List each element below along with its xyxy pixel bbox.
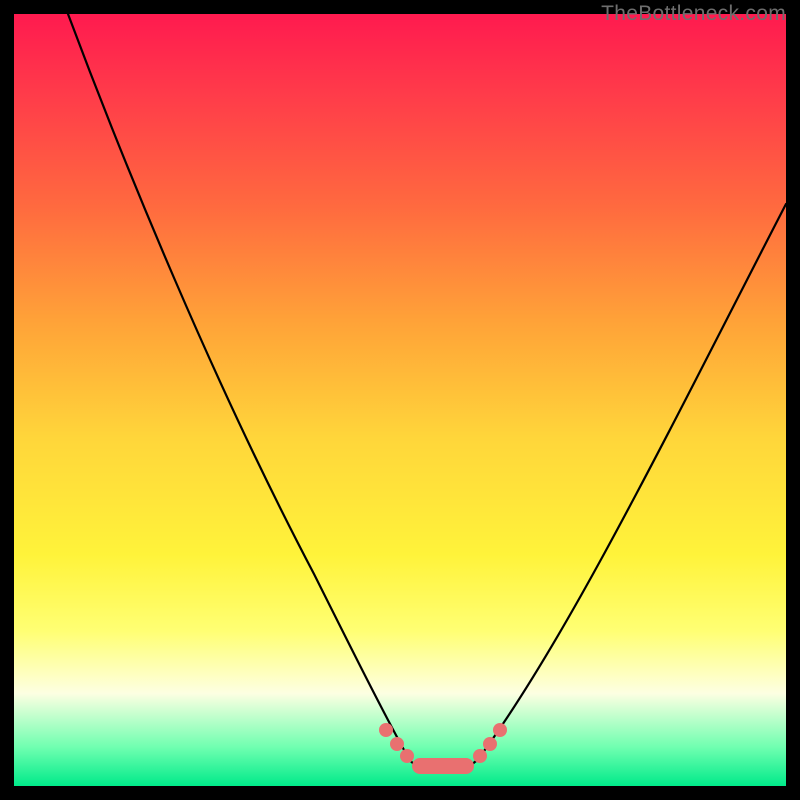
curve-layer xyxy=(14,14,786,786)
chart-plot-area xyxy=(14,14,786,786)
marker-dot-right-2 xyxy=(483,737,497,751)
watermark-text: TheBottleneck.com xyxy=(601,2,786,26)
marker-dot-left-1 xyxy=(379,723,393,737)
bottom-flat-marker xyxy=(412,758,474,774)
marker-dot-right-1 xyxy=(473,749,487,763)
bottleneck-curve xyxy=(68,14,786,767)
marker-dot-right-3 xyxy=(493,723,507,737)
marker-dot-left-2 xyxy=(390,737,404,751)
marker-dot-left-3 xyxy=(400,749,414,763)
